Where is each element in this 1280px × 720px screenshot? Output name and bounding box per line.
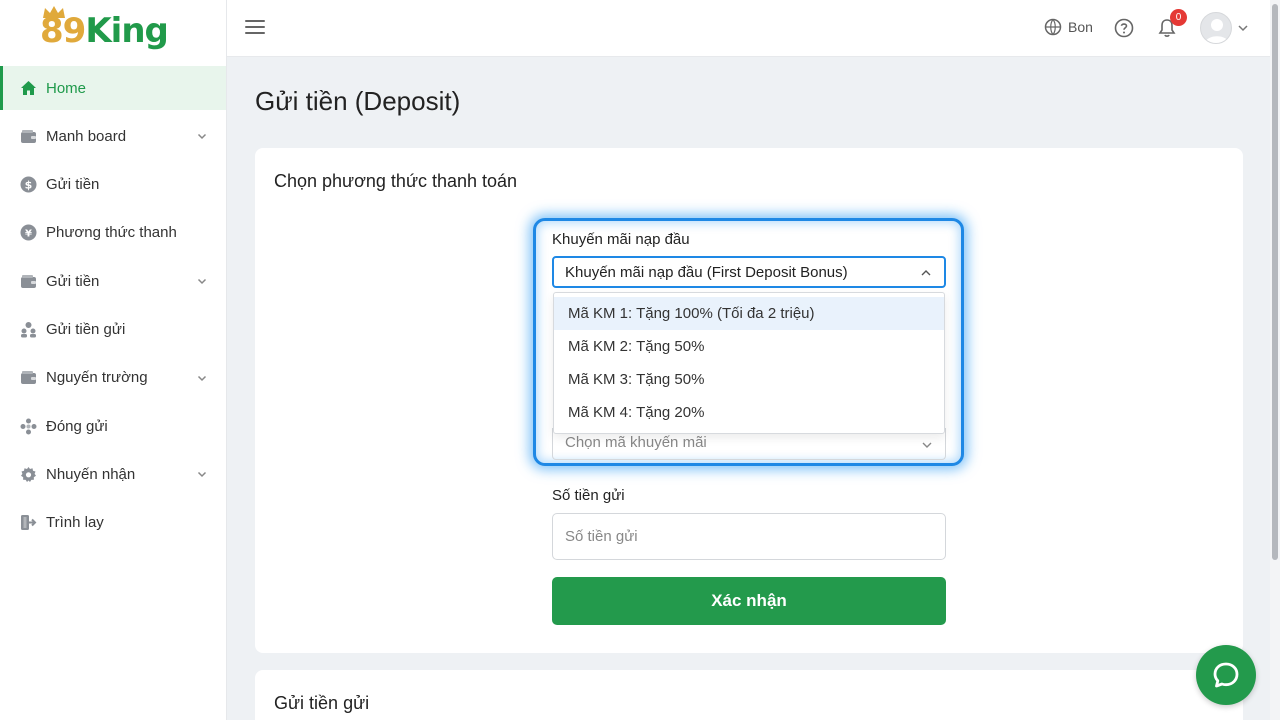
sidebar-item[interactable]: Đóng gửi: [0, 404, 226, 448]
chevron-down-icon: [922, 442, 932, 448]
bonus-select[interactable]: Khuyến mãi nạp đầu (First Deposit Bonus): [552, 256, 946, 288]
sidebar-item-label: Manh board: [46, 127, 127, 145]
menu-toggle-icon[interactable]: [245, 20, 265, 36]
sidebar-item[interactable]: Trình lay: [0, 501, 226, 545]
card-title: Gửi tiền gửi: [274, 693, 370, 713]
crown-icon: [43, 6, 65, 18]
wallet-icon: [19, 127, 37, 145]
chevron-down-icon[interactable]: [1238, 23, 1248, 33]
sidebar-item-label: Phương thức thanh: [46, 224, 177, 242]
svg-text:¥: ¥: [25, 229, 32, 240]
notification-badge: 0: [1170, 9, 1187, 26]
sidebar-item[interactable]: Gửi tiền gửi: [0, 307, 226, 351]
chevron-down-icon[interactable]: [196, 130, 208, 142]
users-icon: [19, 320, 37, 338]
sidebar-item[interactable]: $ Gửi tiền: [0, 163, 226, 207]
sidebar-item[interactable]: Nhuyến nhận: [0, 452, 226, 496]
help-icon[interactable]: [1114, 18, 1134, 38]
topbar: Bon 0: [227, 0, 1270, 57]
yen-icon: ¥: [19, 224, 37, 242]
amount-input[interactable]: [552, 513, 946, 560]
promo-code-placeholder: Chọn mã khuyến mãi: [565, 434, 707, 451]
brand-logo[interactable]: 89King: [0, 0, 226, 62]
page-scrollbar[interactable]: [1270, 0, 1280, 720]
bonus-option[interactable]: Mã KM 1: Tặng 100% (Tối đa 2 triệu): [554, 297, 944, 330]
cluster-icon: [19, 417, 37, 435]
sidebar-item-label: Nhuyến nhận: [46, 465, 136, 483]
bonus-dropdown: Mã KM 1: Tặng 100% (Tối đa 2 triệu) Mã KM…: [553, 292, 945, 434]
sidebar-item-label: Gửi tiền gửi: [46, 320, 126, 338]
confirm-button[interactable]: Xác nhận: [552, 577, 946, 625]
home-icon: [19, 79, 37, 97]
logout-icon: [19, 514, 37, 532]
sidebar-item[interactable]: Manh board: [0, 114, 226, 158]
wallet-icon: [19, 369, 37, 387]
chevron-up-icon: [921, 270, 931, 276]
chevron-down-icon[interactable]: [196, 468, 208, 480]
svg-text:$: $: [24, 179, 32, 192]
sidebar-item-label: Gửi tiền: [46, 176, 100, 194]
page-title: Gửi tiền (Deposit): [255, 86, 461, 116]
sidebar-item[interactable]: Gửi tiền: [0, 259, 226, 303]
language-label: Bon: [1068, 19, 1093, 35]
sidebar-item-label: Nguyến trường: [46, 369, 148, 387]
bonus-selected-value: Khuyến mãi nạp đầu (First Deposit Bonus): [565, 263, 848, 281]
amount-label: Số tiền gửi: [552, 487, 625, 504]
gear-icon: [19, 465, 37, 483]
sidebar-item[interactable]: ¥ Phương thức thanh: [0, 211, 226, 255]
chat-icon: [1213, 662, 1239, 688]
bonus-label: Khuyến mãi nạp đầu: [552, 231, 690, 248]
avatar[interactable]: [1200, 12, 1232, 44]
sidebar-item-label: Gửi tiền: [46, 272, 100, 290]
scrollbar-thumb[interactable]: [1272, 4, 1278, 560]
dollar-icon: $: [19, 176, 37, 194]
bonus-option[interactable]: Mã KM 2: Tặng 50%: [554, 330, 944, 363]
sidebar-nav: Home Manh board $ Gửi tiền ¥ Phương thức than…: [0, 66, 226, 545]
sidebar-item-label: Trình lay: [46, 514, 104, 532]
sidebar-item-label: Home: [46, 79, 87, 97]
wallet-icon: [19, 272, 37, 290]
sidebar-item[interactable]: Nguyến trường: [0, 356, 226, 400]
sidebar-item-label: Đóng gửi: [46, 417, 108, 435]
bonus-option[interactable]: Mã KM 4: Tặng 20%: [554, 396, 944, 429]
bonus-option[interactable]: Mã KM 3: Tặng 50%: [554, 363, 944, 396]
sidebar-item[interactable]: Home: [0, 66, 226, 110]
language-selector[interactable]: Bon: [1044, 18, 1093, 36]
deposit-history-card: Gửi tiền gửi: [255, 670, 1243, 720]
user-icon: [1205, 19, 1229, 43]
chevron-down-icon[interactable]: [196, 275, 208, 287]
chevron-down-icon[interactable]: [196, 372, 208, 384]
logo-text: 89King: [40, 11, 169, 51]
card-title: Chọn phương thức thanh toán: [274, 171, 518, 191]
chat-button[interactable]: [1196, 645, 1256, 705]
sidebar: 89King Home Manh board $ Gửi tiền ¥ Phương th…: [0, 0, 227, 720]
globe-icon: [1044, 18, 1062, 36]
